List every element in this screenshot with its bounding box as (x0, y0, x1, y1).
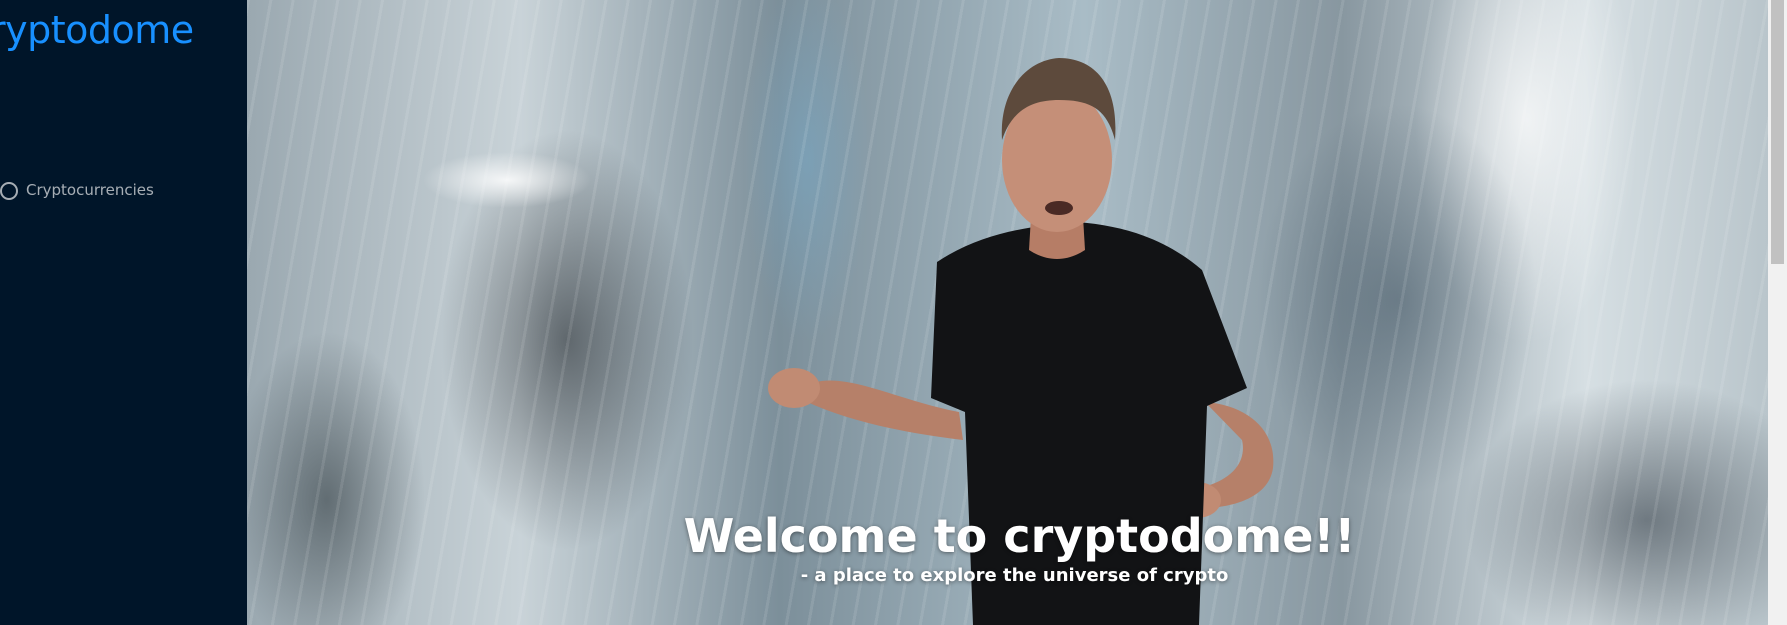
hero-background-video: Welcome to cryptodome!! - a place to exp… (247, 0, 1768, 625)
hero-subtitle: - a place to explore the universe of cry… (800, 565, 1229, 586)
hero-caption: Welcome to cryptodome!! - a place to exp… (247, 508, 1768, 588)
hero-title: Welcome to cryptodome!! (683, 509, 1356, 563)
sidebar-item-label: Cryptocurrencies (26, 181, 154, 199)
sidebar-item-cryptocurrencies[interactable]: Cryptocurrencies (0, 176, 154, 204)
fund-icon (0, 181, 18, 200)
sidebar: Cryptodome Cryptocurrencies (0, 0, 247, 625)
page-scrollbar[interactable] (1768, 0, 1787, 625)
scrollbar-thumb[interactable] (1771, 0, 1784, 264)
site-logo[interactable]: Cryptodome (0, 8, 194, 52)
